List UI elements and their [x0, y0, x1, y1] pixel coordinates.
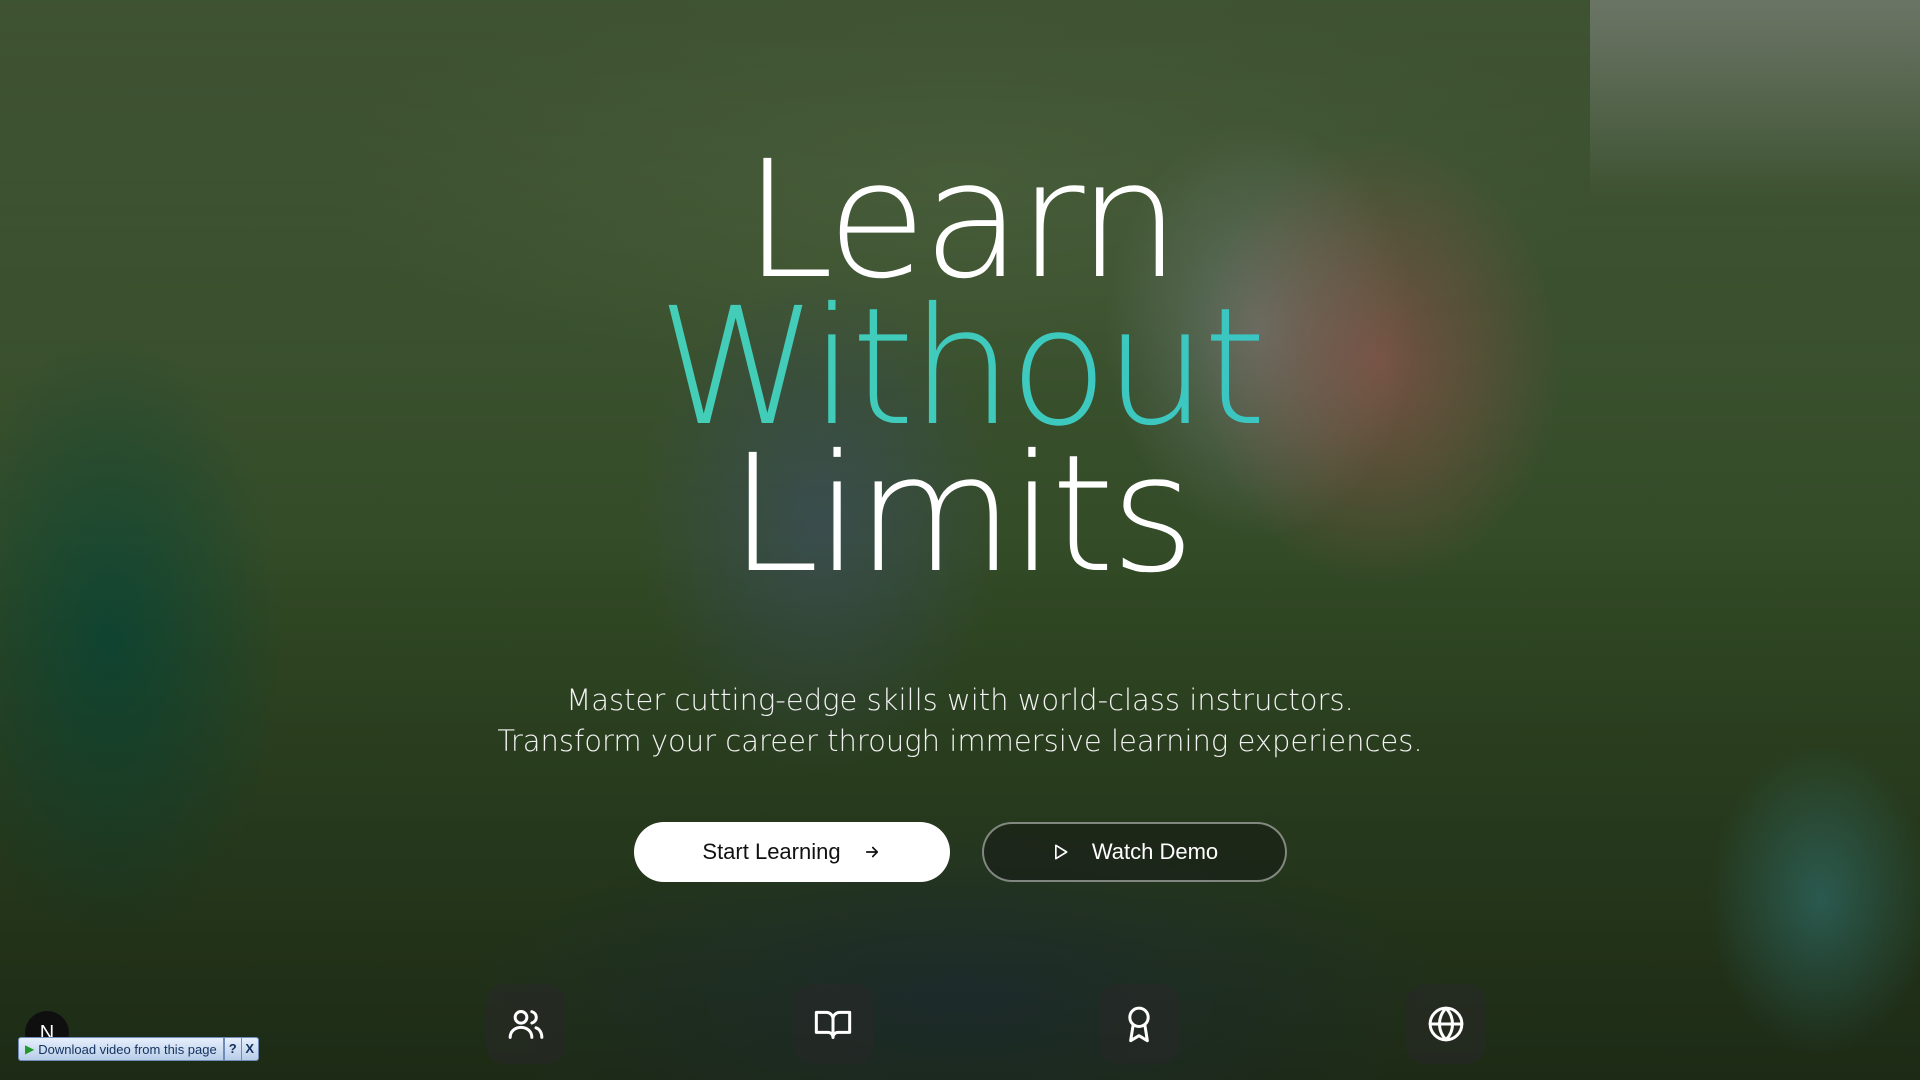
feature-icon-row [486, 984, 1486, 1064]
courses-feature-button[interactable] [792, 984, 873, 1064]
global-feature-button[interactable] [1405, 984, 1486, 1064]
play-icon [1050, 842, 1070, 862]
download-close-button[interactable]: X [240, 1038, 258, 1060]
start-learning-label: Start Learning [702, 839, 841, 864]
book-open-icon [814, 1010, 851, 1039]
arrow-right-icon [863, 843, 881, 861]
download-help-button[interactable]: ? [223, 1038, 241, 1060]
award-icon [1128, 1006, 1150, 1043]
download-play-icon: ▶ [25, 1042, 35, 1056]
hero-actions: Start Learning Watch Demo [0, 822, 1920, 882]
subtitle-line-2: Transform your career through immersive … [497, 724, 1423, 758]
heading-line-limits: Limits [729, 421, 1195, 609]
download-video-button[interactable]: ▶ Download video from this page [19, 1038, 224, 1060]
download-video-label: Download video from this page [38, 1041, 217, 1057]
download-video-toolbar: ▶ Download video from this page ? X [18, 1037, 259, 1061]
hero-heading: Learn Without Limits [0, 140, 1920, 596]
community-feature-button[interactable] [486, 984, 566, 1064]
users-icon [508, 1010, 544, 1039]
start-learning-button[interactable]: Start Learning [633, 822, 950, 882]
globe-icon [1428, 1006, 1464, 1042]
subtitle-line-1: Master cutting-edge skills with world-cl… [566, 683, 1354, 717]
certificates-feature-button[interactable] [1099, 984, 1180, 1064]
watch-demo-button[interactable]: Watch Demo [981, 822, 1287, 882]
hero-subtitle: Master cutting-edge skills with world-cl… [0, 680, 1920, 762]
watch-demo-label: Watch Demo [1091, 839, 1219, 864]
